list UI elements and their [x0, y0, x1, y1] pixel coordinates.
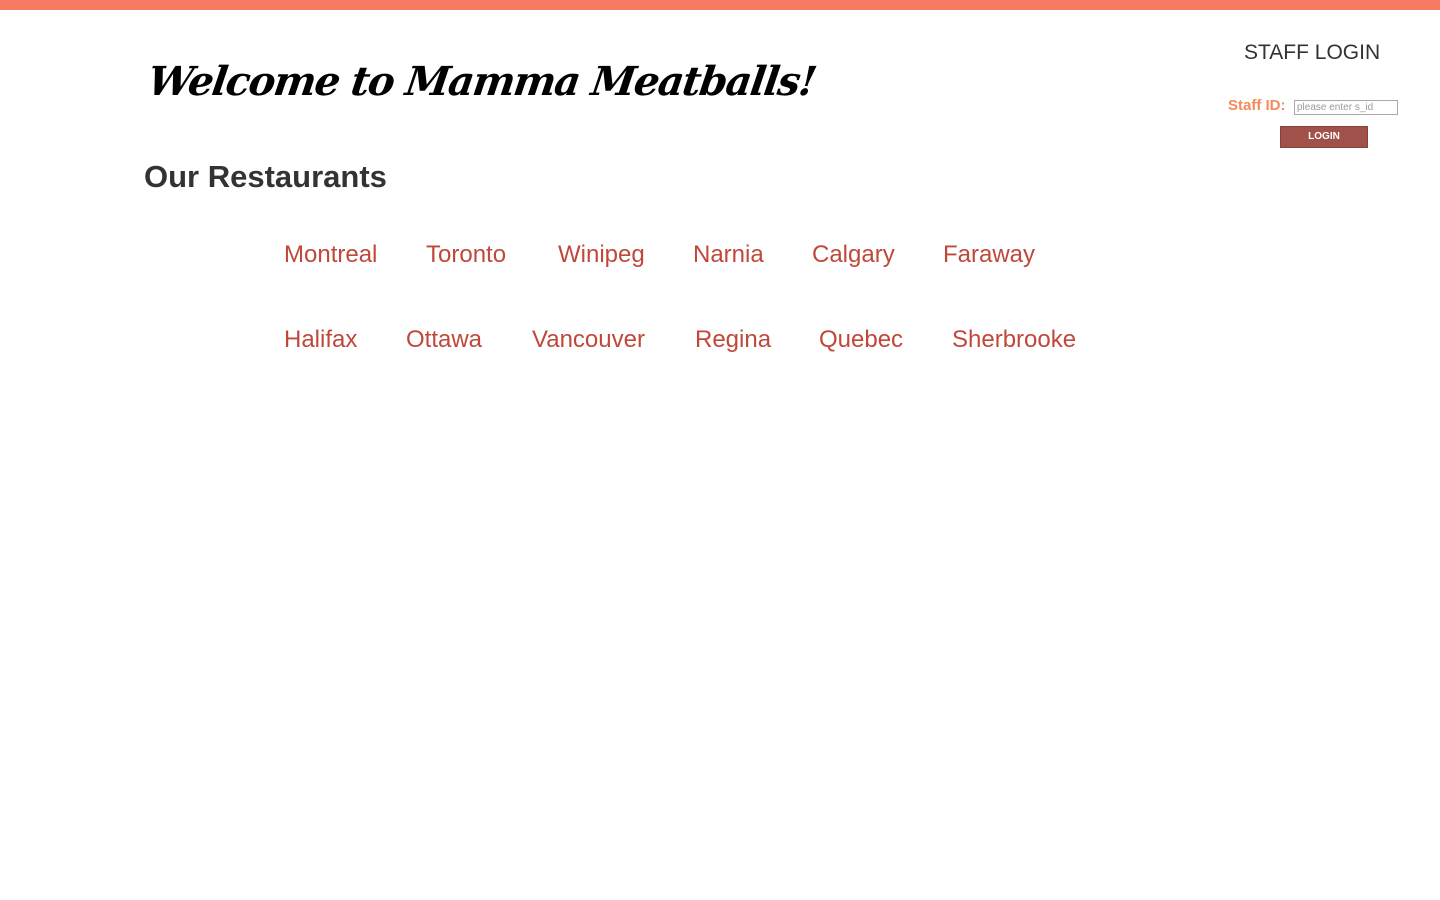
restaurant-link-narnia[interactable]: Narnia	[693, 241, 764, 269]
restaurant-link-halifax[interactable]: Halifax	[284, 326, 357, 354]
restaurant-link-sherbrooke[interactable]: Sherbrooke	[952, 326, 1076, 354]
restaurant-link-toronto[interactable]: Toronto	[426, 241, 506, 269]
restaurant-link-calgary[interactable]: Calgary	[812, 241, 895, 269]
restaurant-link-faraway[interactable]: Faraway	[943, 241, 1035, 269]
staff-id-input[interactable]	[1294, 100, 1398, 115]
restaurant-link-regina[interactable]: Regina	[695, 326, 771, 354]
restaurant-link-vancouver[interactable]: Vancouver	[532, 326, 645, 354]
restaurant-link-ottawa[interactable]: Ottawa	[406, 326, 482, 354]
staff-id-label: Staff ID:	[1228, 97, 1286, 114]
restaurant-link-montreal[interactable]: Montreal	[284, 241, 377, 269]
site-title: Welcome to Mamma Meatballs!	[145, 58, 819, 105]
top-accent-bar	[0, 0, 1440, 10]
restaurant-link-winipeg[interactable]: Winipeg	[558, 241, 645, 269]
staff-login-heading: STAFF LOGIN	[1244, 41, 1381, 64]
login-button[interactable]: LOGIN	[1280, 126, 1368, 148]
restaurants-section-title: Our Restaurants	[144, 159, 387, 194]
restaurant-link-quebec[interactable]: Quebec	[819, 326, 903, 354]
